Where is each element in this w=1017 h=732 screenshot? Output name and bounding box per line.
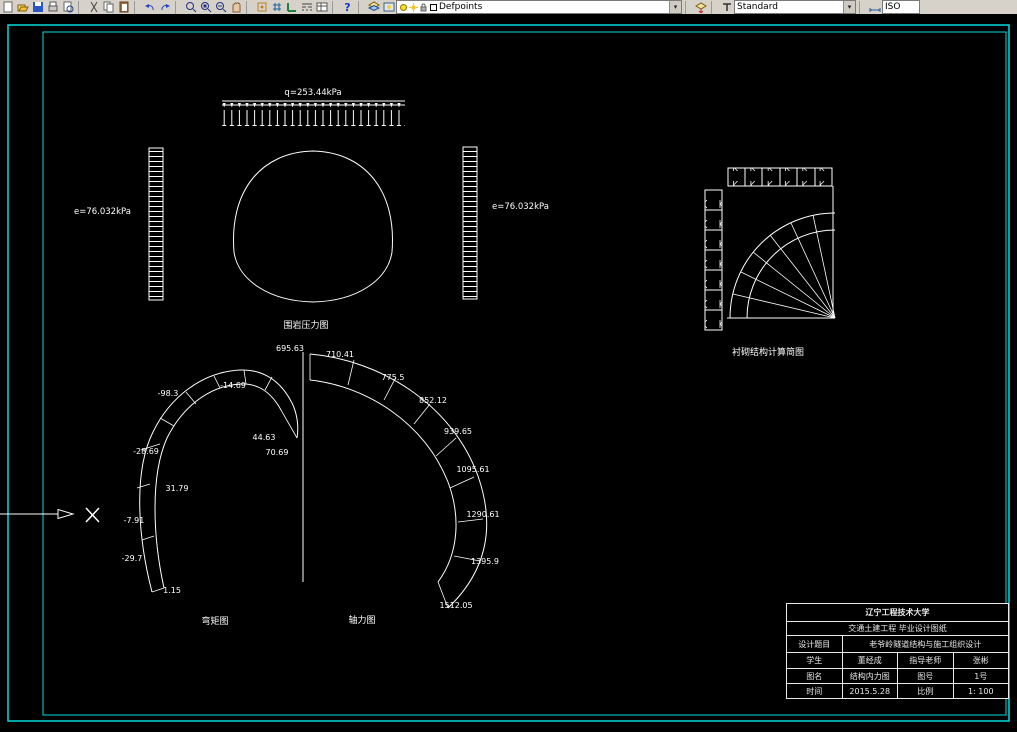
axial-value-label: 710.41 [326, 350, 354, 359]
open-file-icon[interactable] [15, 1, 30, 14]
zoom-window-icon[interactable] [198, 1, 213, 14]
style-combo-value: Standard [737, 2, 778, 12]
axial-caption: 轴力图 [348, 614, 375, 626]
pressure-diagram: q=253.44kPa e=76.032kPa e=76.032kPa 围岩压力… [74, 88, 549, 331]
date-label: 时间 [786, 683, 843, 699]
dim-style-combo-value: ISO [885, 2, 901, 12]
date-value: 2015.5.28 [841, 683, 898, 699]
table-icon[interactable] [314, 1, 329, 14]
title-block: 辽宁工程技术大学 交通土建工程 毕业设计图纸 设计题目 老爷岭隧道结构与施工组织… [786, 603, 1009, 699]
layer-color-swatch [429, 3, 438, 12]
toolbar-separator [332, 0, 338, 14]
grid-icon[interactable] [269, 1, 284, 14]
student-value: 董经成 [841, 652, 898, 669]
axial-value-label: 852.12 [419, 396, 447, 405]
ortho-icon[interactable] [284, 1, 299, 14]
layer-states-icon[interactable] [381, 1, 396, 14]
dim-style-icon[interactable] [867, 1, 882, 14]
toolbar-separator [78, 0, 84, 14]
axial-value-label: 1512.05 [439, 601, 472, 610]
moment-value-label: -98.3 [158, 389, 179, 398]
toolbar-separator [246, 0, 252, 14]
style-combo[interactable]: Standard ▾ [734, 0, 856, 14]
student-label: 学生 [786, 652, 843, 669]
moment-value-label: 31.79 [166, 484, 189, 493]
main-toolbar: ? Defpoints ▾ Standard ▾ ISO [0, 0, 1017, 15]
top-load-label: q=253.44kPa [284, 88, 341, 98]
help-question-glyph: ? [344, 0, 351, 14]
moment-value-label: -7.91 [124, 516, 145, 525]
axial-diagram: 695.63 710.41 775.5 852.12 939.65 1095.6… [276, 344, 500, 626]
cut-icon[interactable] [86, 1, 101, 14]
layer-combo[interactable]: Defpoints ▾ [396, 0, 682, 14]
axial-value-label: 1095.61 [456, 465, 489, 474]
moment-value-label: -14.69 [220, 381, 246, 390]
toolbar-separator [358, 0, 364, 14]
zoom-previous-icon[interactable] [213, 1, 228, 14]
zoom-realtime-icon[interactable] [183, 1, 198, 14]
dropdown-arrow-icon[interactable]: ▾ [669, 1, 681, 13]
design-title-label: 设计题目 [786, 635, 843, 653]
new-file-icon[interactable] [0, 1, 15, 14]
title-block-university: 辽宁工程技术大学 [786, 603, 1009, 622]
layer-combo-value: Defpoints [439, 2, 483, 12]
moment-value-label: 70.69 [266, 448, 289, 457]
lining-caption: 衬砌结构计算简图 [732, 346, 804, 358]
drawing-name-label: 图名 [786, 668, 843, 684]
copy-icon[interactable] [101, 1, 116, 14]
lock-icon [419, 3, 428, 12]
osnap-icon[interactable] [254, 1, 269, 14]
dim-style-combo[interactable]: ISO [882, 0, 920, 14]
advisor-label: 指导老师 [897, 652, 954, 669]
toolbar-separator [134, 0, 140, 14]
scale-value: 1: 100 [952, 683, 1009, 699]
sun-icon [409, 2, 418, 12]
toolbar-separator [175, 0, 181, 14]
moment-value-label: 44.63 [253, 433, 276, 442]
toolbar-separator [685, 0, 691, 14]
moment-value-label: -28.69 [133, 447, 159, 456]
toolbar-separator [859, 0, 865, 14]
pan-icon[interactable] [228, 1, 243, 14]
undo-icon[interactable] [142, 1, 157, 14]
drawing-canvas[interactable]: q=253.44kPa e=76.032kPa e=76.032kPa 围岩压力… [0, 14, 1017, 728]
right-pressure-label: e=76.032kPa [492, 202, 549, 212]
axial-value-label: 1395.9 [471, 557, 499, 566]
paste-icon[interactable] [116, 1, 131, 14]
lightbulb-icon [399, 3, 408, 12]
linetype-icon[interactable] [299, 1, 314, 14]
lining-diagram: 衬砌结构计算简图 [704, 167, 836, 358]
design-title-value: 老爷岭隧道结构与施工组织设计 [841, 635, 1009, 653]
title-block-subtitle: 交通土建工程 毕业设计图纸 [786, 621, 1009, 636]
moment-caption: 弯矩图 [201, 615, 228, 627]
axial-value-label: 939.65 [444, 427, 472, 436]
moment-value-label: 1.15 [163, 586, 181, 595]
moment-diagram: -98.3 -14.69 -28.69 31.79 -7.91 -29.7 1.… [122, 369, 299, 627]
layers-icon[interactable] [366, 1, 381, 14]
text-style-icon[interactable] [719, 1, 734, 14]
help-icon[interactable]: ? [340, 1, 355, 14]
drawing-no-value: 1号 [952, 668, 1009, 684]
print-preview-icon[interactable] [60, 1, 75, 14]
advisor-value: 张彬 [952, 652, 1009, 669]
tunnel-outline[interactable] [233, 150, 393, 303]
dropdown-arrow-icon[interactable]: ▾ [843, 1, 855, 13]
moment-value-label: -29.7 [122, 554, 143, 563]
drawing-no-label: 图号 [897, 668, 954, 684]
axial-value-label: 775.5 [382, 373, 405, 382]
print-icon[interactable] [45, 1, 60, 14]
pressure-caption: 围岩压力图 [283, 319, 328, 331]
axial-value-label: 695.63 [276, 344, 304, 353]
drawing-name-value: 结构内力图 [841, 668, 898, 684]
axial-value-label: 1290.61 [466, 510, 499, 519]
crosshair-marker [85, 507, 100, 523]
toolbar-separator [711, 0, 717, 14]
scale-label: 比例 [897, 683, 954, 699]
redo-icon[interactable] [157, 1, 172, 14]
left-pressure-label: e=76.032kPa [74, 207, 131, 217]
save-icon[interactable] [30, 1, 45, 14]
make-layer-current-icon[interactable] [693, 1, 708, 14]
leader-arrow [0, 508, 75, 520]
